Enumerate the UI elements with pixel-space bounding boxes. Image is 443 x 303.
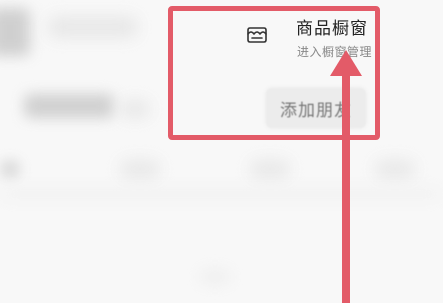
blurred-profile-name	[24, 94, 114, 118]
blurred-tab-4	[375, 160, 415, 178]
blurred-profile-meta	[120, 100, 150, 118]
blurred-list-divider	[0, 190, 443, 198]
blurred-tab-1	[0, 160, 20, 178]
blurred-tab-3	[250, 160, 290, 178]
screen: 商品橱窗 进入橱窗管理 添加朋友	[0, 0, 443, 303]
blurred-bottom-hint	[200, 270, 230, 284]
blurred-tab-2	[120, 160, 160, 178]
blurred-avatar-area	[0, 8, 30, 56]
arrow-shaft	[342, 72, 350, 303]
blurred-header-text	[48, 16, 138, 38]
arrow-up-icon	[330, 50, 362, 76]
